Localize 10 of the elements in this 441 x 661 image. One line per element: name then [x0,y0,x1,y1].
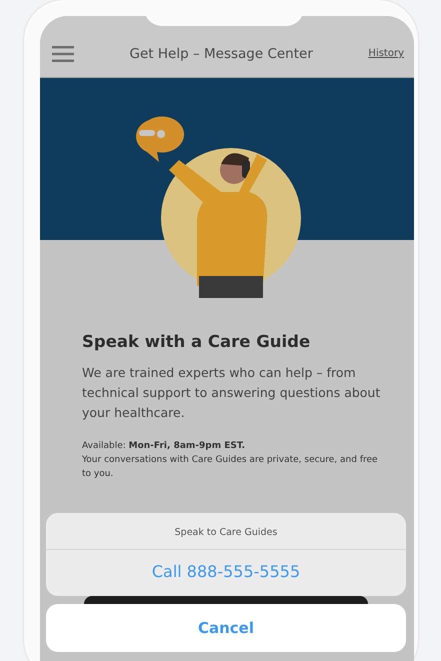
history-link[interactable]: History [368,48,404,59]
description-text: We are trained experts who can help – from technical support to answering questions about your healthcare. [82,364,382,422]
action-sheet-title: Speak to Care Guides [46,513,406,550]
availability-text: Available: Mon-Fri, 8am-9pm EST. [82,440,246,453]
nav-title: Get Help – Message Center [128,46,314,62]
call-button[interactable]: Call 888-555-5555 [46,550,406,596]
cancel-button[interactable]: Cancel [46,604,406,652]
section-heading: Speak with a Care Guide [82,332,312,351]
privacy-text: Your conversations with Care Guides are private, secure, and free to you. [82,454,379,481]
menu-icon[interactable] [52,46,74,62]
